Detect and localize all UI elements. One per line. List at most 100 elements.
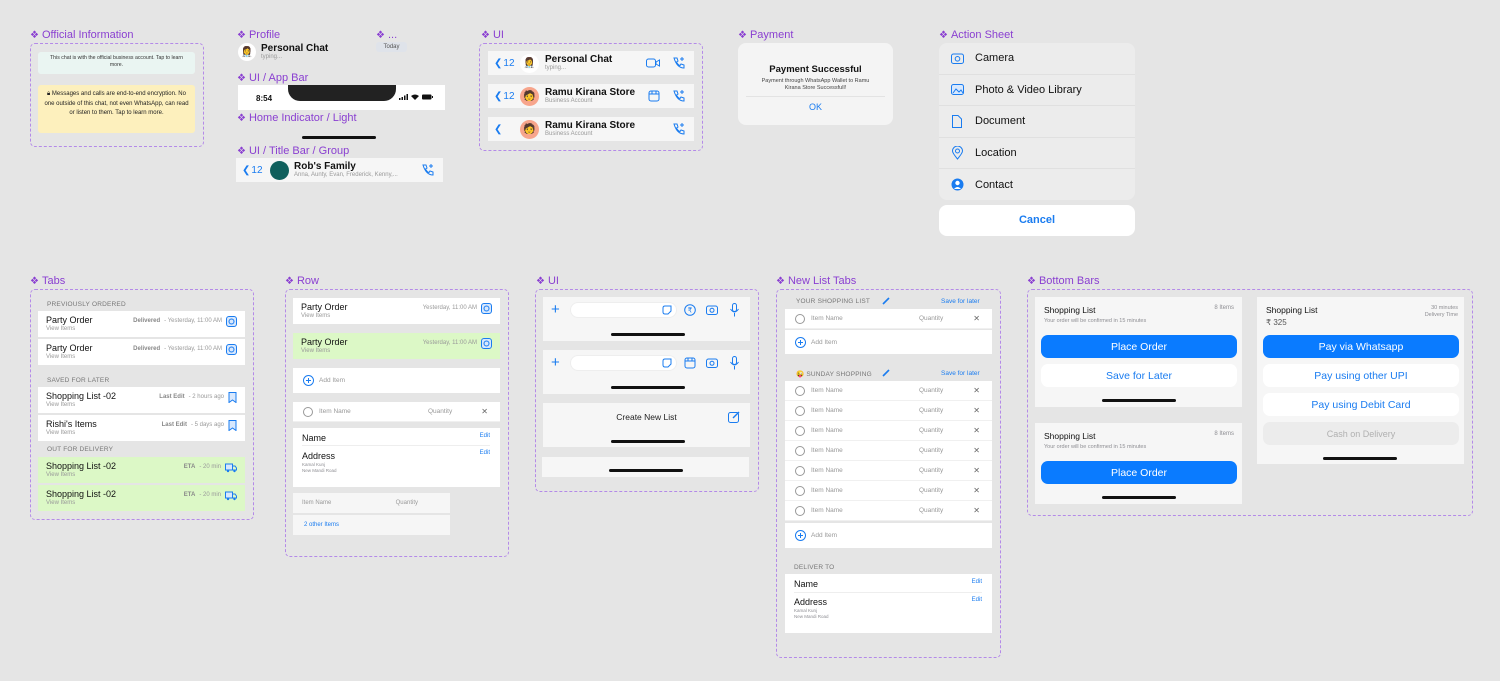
checkbox-circle-icon[interactable] bbox=[795, 425, 805, 436]
reorder-icon[interactable] bbox=[481, 302, 492, 314]
view-items-link[interactable]: View Items bbox=[301, 313, 348, 319]
remove-icon[interactable]: ✕ bbox=[973, 406, 980, 415]
tab-row[interactable]: Shopping List -02 View Items ETA - 20 min bbox=[38, 485, 245, 511]
action-contact[interactable]: Contact bbox=[939, 169, 1135, 200]
action-document[interactable]: Document bbox=[939, 106, 1135, 138]
edit-address-link[interactable]: Edit bbox=[480, 450, 490, 456]
reorder-icon[interactable] bbox=[226, 343, 237, 355]
edit-name-link[interactable]: Edit bbox=[480, 433, 490, 439]
add-item-row[interactable]: Add Item bbox=[785, 330, 992, 354]
item-name-field[interactable]: Item Name bbox=[319, 408, 351, 415]
quantity-field[interactable]: Quantity bbox=[919, 407, 943, 414]
view-items-link[interactable]: View Items bbox=[46, 354, 93, 360]
item-row[interactable]: Item Name Quantity ✕ bbox=[785, 309, 992, 329]
item-row[interactable]: Item Name Quantity ✕ bbox=[785, 441, 992, 461]
add-item-row[interactable]: Add Item bbox=[293, 368, 500, 393]
save-for-later-button[interactable]: Save for Later bbox=[1041, 364, 1237, 387]
item-row[interactable]: Item Name Quantity ✕ bbox=[785, 501, 992, 521]
add-call-icon[interactable] bbox=[672, 56, 686, 70]
item-name-field[interactable]: Item Name bbox=[811, 507, 843, 514]
pay-debit-button[interactable]: Pay using Debit Card bbox=[1263, 393, 1459, 416]
profile[interactable]: 👩‍⚕️ Personal Chat typing... bbox=[238, 43, 328, 61]
quantity-field[interactable]: Quantity bbox=[919, 447, 943, 454]
tab-row[interactable]: Shopping List -02 View Items Last Edit - 2… bbox=[38, 387, 245, 413]
encryption-notice[interactable]: 🔒︎ Messages and calls are end-to-end enc… bbox=[38, 85, 195, 133]
edit-name-link[interactable]: Edit bbox=[972, 579, 982, 585]
add-call-icon[interactable] bbox=[672, 89, 686, 103]
create-new-list-button[interactable]: Create New List bbox=[543, 412, 750, 422]
checkbox-circle-icon[interactable] bbox=[303, 406, 313, 417]
camera-icon[interactable] bbox=[706, 358, 718, 368]
action-photo-library[interactable]: Photo & Video Library bbox=[939, 75, 1135, 106]
reorder-icon[interactable] bbox=[226, 315, 237, 327]
action-camera[interactable]: Camera bbox=[939, 43, 1135, 75]
store-icon[interactable] bbox=[648, 90, 660, 102]
order-row-highlighted[interactable]: Party Order View Items Yesterday, 11:00 A… bbox=[293, 333, 500, 359]
item-row[interactable]: Item Name Quantity ✕ bbox=[785, 481, 992, 501]
microphone-icon[interactable] bbox=[730, 356, 739, 370]
plus-icon[interactable]: + bbox=[551, 301, 560, 318]
ok-button[interactable]: OK bbox=[746, 96, 885, 112]
remove-icon[interactable]: ✕ bbox=[481, 407, 488, 416]
view-items-link[interactable]: View Items bbox=[46, 430, 97, 436]
video-call-icon[interactable] bbox=[646, 58, 660, 68]
checkbox-circle-icon[interactable] bbox=[795, 465, 805, 476]
view-items-link[interactable]: View Items bbox=[301, 348, 348, 354]
item-name-field[interactable]: Item Name bbox=[811, 407, 843, 414]
bookmark-icon[interactable] bbox=[228, 419, 237, 431]
quantity-field[interactable]: Quantity bbox=[919, 467, 943, 474]
item-name-field[interactable]: Item Name bbox=[811, 427, 843, 434]
plus-icon[interactable]: + bbox=[551, 354, 560, 371]
checkbox-circle-icon[interactable] bbox=[795, 485, 805, 496]
delivery-icon[interactable] bbox=[225, 462, 237, 473]
order-row[interactable]: Party Order View Items Yesterday, 11:00 A… bbox=[293, 298, 500, 324]
store-icon[interactable] bbox=[684, 357, 696, 369]
pay-upi-button[interactable]: Pay using other UPI bbox=[1263, 364, 1459, 387]
back-button[interactable]: ❮ 12 bbox=[488, 58, 520, 69]
rupee-icon[interactable]: ₹ bbox=[684, 304, 696, 316]
remove-icon[interactable]: ✕ bbox=[973, 446, 980, 455]
item-name-field[interactable]: Item Name bbox=[811, 315, 843, 322]
remove-icon[interactable]: ✕ bbox=[973, 314, 980, 323]
compose-icon[interactable] bbox=[728, 411, 740, 423]
tab-row[interactable]: Rishi's Items View Items Last Edit - 5 day… bbox=[38, 415, 245, 441]
save-for-later-link[interactable]: Save for later bbox=[941, 298, 980, 305]
quantity-field[interactable]: Quantity bbox=[919, 427, 943, 434]
other-items-link[interactable]: 2 other Items bbox=[293, 515, 450, 535]
place-order-button[interactable]: Place Order bbox=[1041, 335, 1237, 358]
quantity-field[interactable]: Quantity bbox=[428, 408, 452, 415]
pay-whatsapp-button[interactable]: Pay via Whatsapp bbox=[1263, 335, 1459, 358]
checkbox-circle-icon[interactable] bbox=[795, 445, 805, 456]
cash-on-delivery-button[interactable]: Cash on Delivery bbox=[1263, 422, 1459, 445]
checkbox-circle-icon[interactable] bbox=[795, 385, 805, 396]
quantity-field[interactable]: Quantity bbox=[919, 507, 943, 514]
quantity-field[interactable]: Quantity bbox=[919, 387, 943, 394]
remove-icon[interactable]: ✕ bbox=[973, 386, 980, 395]
quantity-field[interactable]: Quantity bbox=[919, 315, 943, 322]
tab-row[interactable]: Shopping List -02 View Items ETA - 20 min bbox=[38, 457, 245, 483]
action-location[interactable]: Location bbox=[939, 138, 1135, 169]
bookmark-icon[interactable] bbox=[228, 391, 237, 403]
remove-icon[interactable]: ✕ bbox=[973, 486, 980, 495]
item-row[interactable]: Item Name Quantity ✕ bbox=[785, 381, 992, 401]
checkbox-circle-icon[interactable] bbox=[795, 505, 805, 516]
reorder-icon[interactable] bbox=[481, 337, 492, 349]
place-order-button[interactable]: Place Order bbox=[1041, 461, 1237, 484]
add-item-row[interactable]: Add Item bbox=[785, 523, 992, 548]
item-name-field[interactable]: Item Name bbox=[811, 387, 843, 394]
tab-row[interactable]: Party Order View Items Delivered - Yesterd… bbox=[38, 339, 245, 365]
view-items-link[interactable]: View Items bbox=[46, 326, 93, 332]
delivery-icon[interactable] bbox=[225, 490, 237, 501]
view-items-link[interactable]: View Items bbox=[46, 500, 116, 506]
item-row[interactable]: Item Name Quantity ✕ bbox=[785, 401, 992, 421]
remove-icon[interactable]: ✕ bbox=[973, 426, 980, 435]
save-for-later-link[interactable]: Save for later bbox=[941, 370, 980, 377]
item-row[interactable]: Item Name Quantity ✕ bbox=[293, 402, 500, 422]
cancel-button[interactable]: Cancel bbox=[939, 205, 1135, 236]
message-input[interactable] bbox=[570, 355, 677, 371]
microphone-icon[interactable] bbox=[730, 303, 739, 317]
item-name-field[interactable]: Item Name bbox=[811, 447, 843, 454]
edit-pencil-icon[interactable] bbox=[882, 369, 890, 377]
checkbox-circle-icon[interactable] bbox=[795, 313, 805, 324]
back-button[interactable]: ❮ 12 bbox=[236, 165, 270, 176]
